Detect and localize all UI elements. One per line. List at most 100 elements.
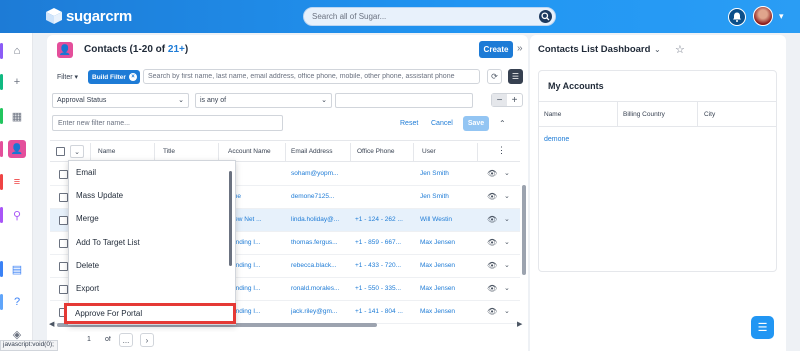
cell-phone[interactable]: +1 - 550 - 335...: [355, 285, 413, 292]
row-actions-chevron-icon[interactable]: ⌄: [504, 238, 510, 246]
column-header-email[interactable]: Email Address: [291, 148, 333, 155]
user-avatar[interactable]: [753, 6, 773, 26]
chevron-down-icon[interactable]: ⌄: [654, 45, 661, 54]
row-checkbox[interactable]: [59, 170, 68, 179]
scroll-right-icon[interactable]: ▶: [517, 320, 522, 328]
menu-item-merge[interactable]: Merge: [76, 214, 99, 223]
cell-email[interactable]: thomas.fergus...: [291, 239, 348, 246]
cell-user[interactable]: Jen Smith: [420, 193, 475, 200]
row-actions-chevron-icon[interactable]: ⌄: [504, 307, 510, 315]
reset-link[interactable]: Reset: [400, 120, 418, 127]
mass-actions-toggle[interactable]: ⌄: [70, 145, 84, 158]
cell-account[interactable]: lview Net ...: [228, 216, 283, 223]
help-menu-icon[interactable]: ☰: [751, 316, 774, 339]
cell-email[interactable]: demone7125...: [291, 193, 348, 200]
save-button[interactable]: Save: [463, 116, 489, 131]
notifications-bell-icon[interactable]: [728, 8, 746, 26]
row-actions-chevron-icon[interactable]: ⌄: [504, 192, 510, 200]
dashlet-column-billing-country[interactable]: Billing Country: [623, 111, 665, 118]
row-checkbox[interactable]: [59, 216, 68, 225]
preview-eye-icon[interactable]: 👁: [487, 261, 497, 270]
row-checkbox[interactable]: [59, 239, 68, 248]
select-all-checkbox[interactable]: [56, 147, 65, 156]
cell-email[interactable]: soham@yopm...: [291, 170, 348, 177]
column-header-user[interactable]: User: [422, 148, 436, 155]
column-options-icon[interactable]: ⋮: [497, 145, 506, 156]
cell-account[interactable]: Funding I...: [228, 262, 283, 269]
global-search-input[interactable]: Search all of Sugar...: [303, 7, 556, 26]
cell-email[interactable]: ronald.morales...: [291, 285, 348, 292]
cell-phone[interactable]: +1 - 141 - 804 ...: [355, 308, 413, 315]
cell-email[interactable]: linda.holiday@...: [291, 216, 348, 223]
preview-eye-icon[interactable]: 👁: [487, 284, 497, 293]
sugarcrm-logo[interactable]: sugarcrm: [45, 7, 132, 25]
preview-eye-icon[interactable]: 👁: [487, 238, 497, 247]
cell-account[interactable]: Funding I...: [228, 285, 283, 292]
column-header-account[interactable]: Account Name: [228, 148, 271, 155]
cell-account[interactable]: Funding I...: [228, 239, 283, 246]
column-header-title[interactable]: Title: [163, 148, 175, 155]
menu-item-approve-for-portal[interactable]: Approve For Portal: [64, 303, 236, 324]
column-header-name[interactable]: Name: [98, 148, 115, 155]
chevron-up-icon[interactable]: ⌃: [499, 119, 506, 128]
dashlet-row-name[interactable]: demone: [544, 136, 569, 143]
list-search-input[interactable]: Search by first name, last name, email a…: [143, 69, 480, 84]
scroll-left-icon[interactable]: ◀: [49, 320, 54, 328]
filter-dropdown[interactable]: Filter ▾: [57, 73, 78, 81]
menu-scrollbar[interactable]: [229, 171, 232, 266]
filter-field-select[interactable]: Approval Status ⌄: [52, 93, 189, 108]
row-checkbox[interactable]: [59, 285, 68, 294]
cancel-link[interactable]: Cancel: [431, 120, 453, 127]
cell-email[interactable]: rebecca.black...: [291, 262, 348, 269]
leads-icon[interactable]: ≡: [9, 174, 25, 190]
dashlet-column-city[interactable]: City: [704, 111, 715, 118]
cell-user[interactable]: Max Jensen: [420, 239, 475, 246]
filter-value-input[interactable]: [335, 93, 473, 108]
cell-user[interactable]: Jen Smith: [420, 170, 475, 177]
search-icon[interactable]: [539, 10, 552, 23]
row-actions-chevron-icon[interactable]: ⌄: [504, 215, 510, 223]
opportunities-icon[interactable]: ⚲: [9, 207, 25, 223]
preview-eye-icon[interactable]: 👁: [487, 169, 497, 178]
dashlet-column-name[interactable]: Name: [544, 111, 561, 118]
row-actions-chevron-icon[interactable]: ⌄: [504, 261, 510, 269]
row-actions-chevron-icon[interactable]: ⌄: [504, 284, 510, 292]
page-number[interactable]: 1: [87, 336, 91, 343]
page-total[interactable]: ...: [119, 333, 133, 347]
dashboard-title[interactable]: Contacts List Dashboard: [538, 44, 650, 55]
preview-eye-icon[interactable]: 👁: [487, 307, 497, 316]
cell-account[interactable]: Funding I...: [228, 308, 283, 315]
favorite-star-icon[interactable]: ☆: [675, 43, 685, 56]
create-button[interactable]: Create: [479, 41, 513, 58]
cell-email[interactable]: jack.riley@gm...: [291, 308, 348, 315]
menu-item-delete[interactable]: Delete: [76, 261, 99, 270]
cell-user[interactable]: Max Jensen: [420, 285, 475, 292]
plus-icon[interactable]: +: [9, 74, 25, 90]
contacts-nav-icon[interactable]: 👤: [8, 140, 26, 158]
cell-phone[interactable]: +1 - 124 - 262 ...: [355, 216, 413, 223]
cell-user[interactable]: Max Jensen: [420, 262, 475, 269]
chevron-down-icon[interactable]: ▾: [779, 11, 784, 22]
add-row-icon[interactable]: +: [507, 94, 522, 106]
next-page-icon[interactable]: ›: [140, 333, 154, 347]
preview-eye-icon[interactable]: 👁: [487, 192, 497, 201]
row-actions-chevron-icon[interactable]: ⌄: [504, 169, 510, 177]
menu-item-mass-update[interactable]: Mass Update: [76, 191, 123, 200]
row-checkbox[interactable]: [59, 193, 68, 202]
filter-operator-select[interactable]: is any of ⌄: [195, 93, 332, 108]
cell-phone[interactable]: +1 - 859 - 667...: [355, 239, 413, 246]
row-checkbox[interactable]: [59, 262, 68, 271]
record-count[interactable]: 21+: [168, 44, 185, 55]
accounts-icon[interactable]: ▦: [9, 108, 25, 124]
filter-name-input[interactable]: Enter new filter name...: [52, 115, 283, 131]
remove-row-icon[interactable]: −: [492, 94, 507, 106]
cell-user[interactable]: Max Jensen: [420, 308, 475, 315]
cell-phone[interactable]: +1 - 433 - 720...: [355, 262, 413, 269]
collapse-dashboard-icon[interactable]: »: [517, 43, 523, 54]
cell-account[interactable]: rone: [228, 193, 283, 200]
home-icon[interactable]: ⌂: [9, 43, 25, 59]
menu-item-email[interactable]: Email: [76, 168, 96, 177]
refresh-icon[interactable]: ⟳: [487, 69, 502, 84]
menu-item-add-to-target-list[interactable]: Add To Target List: [76, 238, 140, 247]
menu-item-export[interactable]: Export: [76, 284, 99, 293]
